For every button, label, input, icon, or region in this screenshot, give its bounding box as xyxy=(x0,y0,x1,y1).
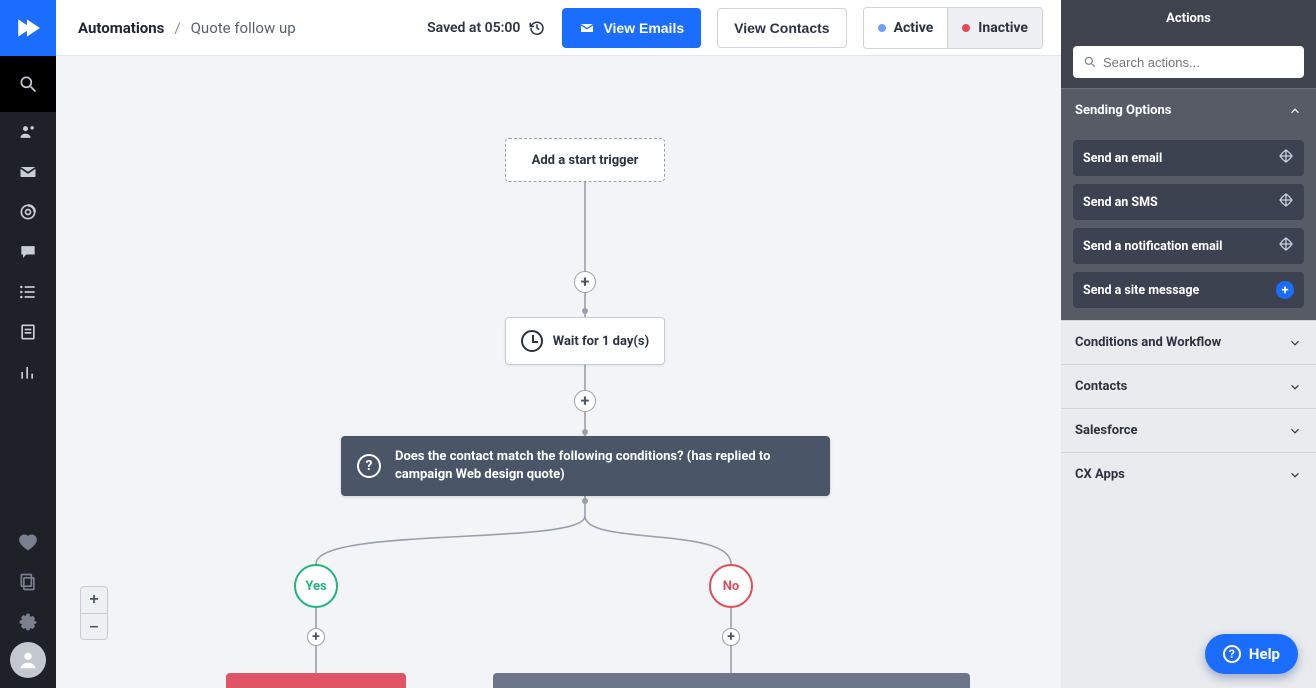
section-salesforce[interactable]: Salesforce xyxy=(1061,408,1316,452)
status-inactive[interactable]: Inactive xyxy=(947,8,1042,48)
status-inactive-label: Inactive xyxy=(978,20,1028,36)
section-sending[interactable]: Sending Options xyxy=(1061,88,1316,132)
nav-conversations[interactable] xyxy=(0,232,56,272)
nav-automations[interactable] xyxy=(0,192,56,232)
search-icon xyxy=(1083,55,1097,69)
drag-handle-icon xyxy=(1278,148,1294,168)
nav-rail xyxy=(0,0,56,688)
condition-node[interactable]: ? Does the contact match the following c… xyxy=(341,436,830,496)
breadcrumb-root[interactable]: Automations xyxy=(78,19,164,37)
nav-contacts[interactable] xyxy=(0,112,56,152)
nav-settings[interactable] xyxy=(0,602,56,642)
view-contacts-button[interactable]: View Contacts xyxy=(717,8,846,48)
wait-label: Wait for 1 day(s) xyxy=(553,334,649,349)
add-icon: + xyxy=(1276,281,1294,299)
action-label: Send a site message xyxy=(1083,283,1199,298)
status-active-label: Active xyxy=(894,20,934,36)
action-label: Send an email xyxy=(1083,151,1162,166)
start-trigger[interactable]: Add a start trigger xyxy=(505,138,665,182)
end-automation-node[interactable]: End this automation xyxy=(226,673,406,688)
add-step-no[interactable]: + xyxy=(722,628,740,646)
breadcrumb-leaf: Quote follow up xyxy=(191,19,296,37)
question-icon: ? xyxy=(357,454,381,478)
start-trigger-label: Add a start trigger xyxy=(532,153,639,168)
clock-icon xyxy=(521,330,543,352)
branch-no-label: No xyxy=(723,579,740,594)
breadcrumb: Automations / Quote follow up xyxy=(78,19,296,37)
help-button[interactable]: ? Help xyxy=(1205,634,1298,674)
actions-panel-title: Actions xyxy=(1061,0,1316,36)
branch-yes-label: Yes xyxy=(305,579,326,594)
section-contacts-label: Contacts xyxy=(1075,379,1127,394)
dot-inactive-icon xyxy=(962,24,970,32)
nav-search[interactable] xyxy=(0,56,56,112)
history-icon[interactable] xyxy=(528,19,546,37)
chevron-down-icon xyxy=(1288,468,1302,482)
saved-status-text: Saved at 05:00 xyxy=(427,20,520,36)
section-contacts[interactable]: Contacts xyxy=(1061,364,1316,408)
status-active[interactable]: Active xyxy=(864,8,948,48)
nav-reports[interactable] xyxy=(0,352,56,392)
condition-text: Does the contact match the following con… xyxy=(395,448,814,483)
chevron-down-icon xyxy=(1288,336,1302,350)
add-step-1[interactable]: + xyxy=(574,271,596,293)
dot-active-icon xyxy=(878,24,886,32)
action-label: Send an SMS xyxy=(1083,195,1158,210)
action-send-sms[interactable]: Send an SMS xyxy=(1073,184,1304,220)
view-emails-label: View Emails xyxy=(603,20,684,36)
section-sending-items: Send an email Send an SMS Send a notific… xyxy=(1061,132,1316,320)
section-cxapps[interactable]: CX Apps xyxy=(1061,452,1316,496)
section-sending-label: Sending Options xyxy=(1075,103,1171,118)
actions-search-wrap xyxy=(1061,36,1316,88)
chevron-up-icon xyxy=(1288,104,1302,118)
help-label: Help xyxy=(1249,645,1280,663)
action-label: Send a notification email xyxy=(1083,239,1222,254)
chevron-down-icon xyxy=(1288,380,1302,394)
branch-no[interactable]: No xyxy=(709,564,753,608)
section-conditions[interactable]: Conditions and Workflow xyxy=(1061,320,1316,364)
actions-search-input[interactable] xyxy=(1103,55,1294,70)
section-salesforce-label: Salesforce xyxy=(1075,423,1138,438)
add-step-yes[interactable]: + xyxy=(307,628,325,646)
nav-favorites[interactable] xyxy=(0,522,56,562)
avatar[interactable] xyxy=(10,642,46,678)
help-icon: ? xyxy=(1223,645,1241,663)
section-cxapps-label: CX Apps xyxy=(1075,467,1125,482)
brand-logo[interactable] xyxy=(0,0,56,56)
view-contacts-label: View Contacts xyxy=(734,20,829,36)
mail-icon xyxy=(579,20,595,36)
nav-forms[interactable] xyxy=(0,312,56,352)
wait-node[interactable]: Wait for 1 day(s) xyxy=(505,317,665,365)
nav-copy[interactable] xyxy=(0,562,56,602)
action-send-notification[interactable]: Send a notification email xyxy=(1073,228,1304,264)
actions-panel: Actions Sending Options Send an email Se… xyxy=(1061,0,1316,688)
actions-search[interactable] xyxy=(1073,46,1304,78)
status-toggle: Active Inactive xyxy=(863,7,1043,49)
breadcrumb-sep: / xyxy=(174,19,180,37)
nav-lists[interactable] xyxy=(0,272,56,312)
zoom-controls: + – xyxy=(80,586,108,640)
drag-handle-icon xyxy=(1278,236,1294,256)
nav-campaigns[interactable] xyxy=(0,152,56,192)
action-site-message[interactable]: Send a site message + xyxy=(1073,272,1304,308)
add-step-2[interactable]: + xyxy=(574,390,596,412)
send-email-node[interactable]: Send an email "Quote follow up - more in… xyxy=(493,673,970,688)
drag-handle-icon xyxy=(1278,192,1294,212)
chevron-down-icon xyxy=(1288,424,1302,438)
zoom-out[interactable]: – xyxy=(81,613,107,639)
zoom-in[interactable]: + xyxy=(81,587,107,613)
action-send-email[interactable]: Send an email xyxy=(1073,140,1304,176)
saved-status: Saved at 05:00 xyxy=(427,19,546,37)
view-emails-button[interactable]: View Emails xyxy=(562,8,701,48)
topbar: Automations / Quote follow up Saved at 0… xyxy=(56,0,1061,56)
automation-canvas[interactable]: Add a start trigger + Wait for 1 day(s) … xyxy=(56,56,1061,688)
main: Automations / Quote follow up Saved at 0… xyxy=(56,0,1061,688)
section-conditions-label: Conditions and Workflow xyxy=(1075,335,1221,350)
branch-yes[interactable]: Yes xyxy=(294,564,338,608)
